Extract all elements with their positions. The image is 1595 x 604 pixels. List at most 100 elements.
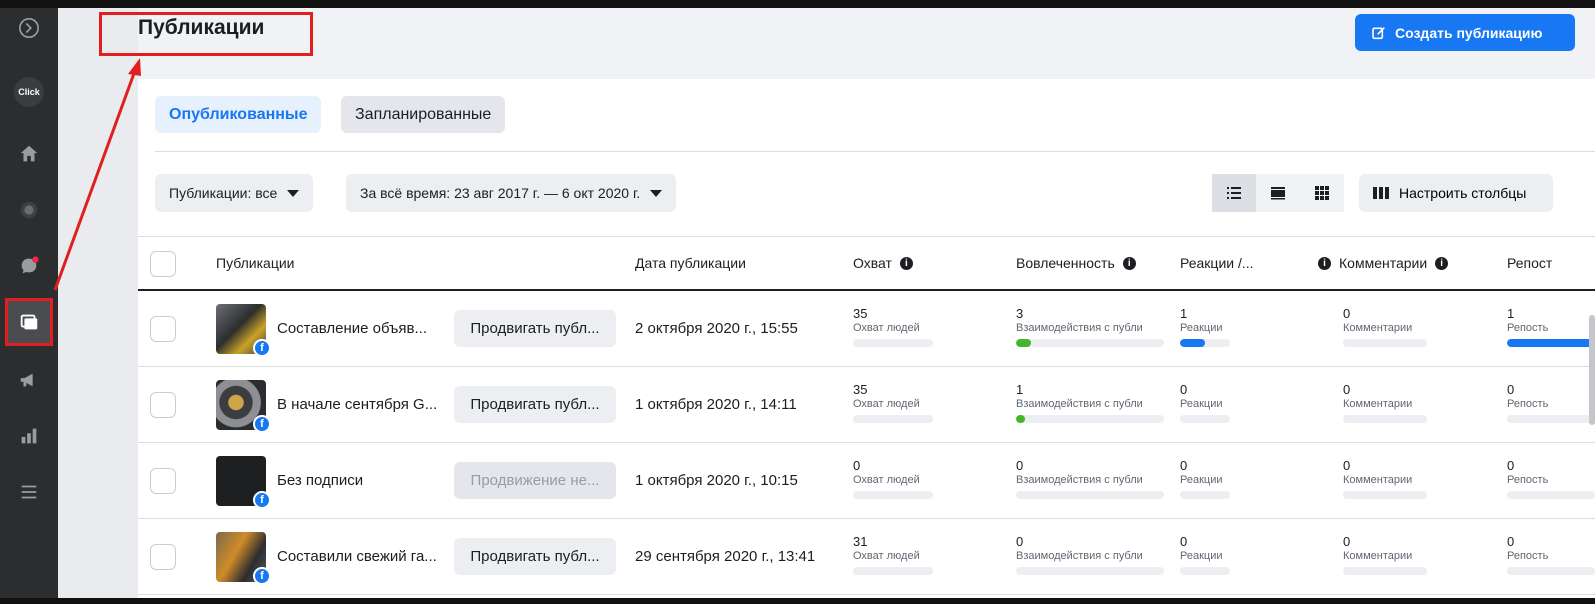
col-reactions-label: Реакции /... [1180,255,1254,271]
comments-metric: 0 Комментарии [1343,459,1427,499]
reactions-bar-fill [1180,339,1205,347]
col-reactions[interactable]: Реакции /... [1180,255,1254,271]
post-text[interactable]: Составление объяв... [277,320,427,337]
reach-value: 35 [853,382,868,397]
col-date-label: Дата публикации [635,255,746,271]
engagement-bar-fill [1016,415,1025,423]
columns-icon [1373,187,1389,199]
facebook-icon: f [253,491,271,509]
engagement-value: 0 [1016,458,1024,473]
messenger-icon[interactable] [9,190,49,230]
post-text[interactable]: В начале сентября G... [277,396,437,413]
megaphone-icon[interactable] [9,360,49,400]
info-icon[interactable]: i [1318,256,1331,270]
reactions-bar [1180,491,1230,499]
col-reach[interactable]: Охват i [853,255,913,271]
row-checkbox[interactable] [150,392,176,418]
promote-post-button[interactable]: Продвигать публ... [454,386,616,423]
facebook-icon: f [253,339,271,357]
date-range-dropdown[interactable]: За всё время: 23 авг 2017 г. — 6 окт 202… [346,174,677,212]
publish-date: 1 октября 2020 г., 10:15 [635,472,798,489]
select-all-checkbox[interactable] [150,251,176,277]
table-row[interactable]: f Составление объяв... Продвигать публ... 2… [138,291,1595,367]
publications-icon[interactable] [5,298,53,346]
table-scrollbar[interactable] [1589,315,1595,425]
reactions-value: 0 [1180,382,1188,397]
reactions-value: 0 [1180,534,1188,549]
comments-label: Комментарии [1343,474,1413,486]
comments-value: 0 [1343,534,1351,549]
reach-label: Охват людей [853,398,920,410]
comments-metric: 0 Комментарии [1343,535,1427,575]
shares-label: Репость [1507,322,1549,334]
reactions-label: Реакции [1180,398,1223,410]
posts-filter-dropdown[interactable]: Публикации: все [155,174,314,212]
shares-label: Репость [1507,474,1549,486]
chevron-down-icon [287,189,300,197]
grid-view-button[interactable] [1300,174,1344,212]
engagement-metric: 1 Взаимодействия с публи [1016,383,1164,423]
view-toggle-group [1212,174,1344,212]
engagement-bar [1016,491,1164,499]
col-date[interactable]: Дата публикации [635,255,746,271]
reach-bar [853,491,933,499]
table-row[interactable]: f Составили свежий га... Продвигать публ..… [138,519,1595,595]
tab-published[interactable]: Опубликованные [155,96,322,133]
insights-icon[interactable] [9,416,49,456]
shares-metric: 0 Репость [1507,459,1595,499]
col-post[interactable]: Публикации [216,255,294,271]
comments-value: 0 [1343,306,1351,321]
home-icon[interactable] [9,134,49,174]
shares-value: 0 [1507,458,1515,473]
shares-value: 1 [1507,306,1515,321]
create-post-button[interactable]: Создать публикацию [1355,14,1575,51]
row-checkbox[interactable] [150,316,176,342]
shares-metric: 0 Репость [1507,535,1595,575]
info-icon[interactable]: i [1122,256,1136,270]
col-engagement-label: Вовлеченность [1016,255,1115,271]
shares-bar [1507,567,1595,575]
reach-metric: 35 Охват людей [853,307,933,347]
shares-metric: 1 Репость [1507,307,1595,347]
reactions-bar [1180,339,1230,347]
reactions-label: Реакции [1180,474,1223,486]
customize-columns-label: Настроить столбцы [1399,185,1527,201]
customize-columns-button[interactable]: Настроить столбцы [1359,174,1553,212]
col-engagement[interactable]: Вовлеченность i [1016,255,1136,271]
tab-scheduled[interactable]: Запланированные [341,96,506,133]
app-frame: Click Публикации Создать публикацию Опуб… [0,8,1595,598]
info-icon[interactable]: i [899,256,913,270]
click-avatar-label: Click [14,77,44,107]
post-text[interactable]: Составили свежий га... [277,548,437,565]
engagement-bar [1016,339,1164,347]
reach-value: 0 [853,458,861,473]
facebook-icon: f [253,415,271,433]
reach-label: Охват людей [853,474,920,486]
logo-icon[interactable] [9,8,49,48]
click-avatar[interactable]: Click [9,72,49,112]
list-view-button[interactable] [1212,174,1256,212]
promote-post-button[interactable]: Продвигать публ... [454,538,616,575]
publish-date: 2 октября 2020 г., 15:55 [635,320,798,337]
card-view-button[interactable] [1256,174,1300,212]
reactions-bar [1180,567,1230,575]
table-row[interactable]: f Без подписи Продвижение не... 1 октября 2… [138,443,1595,519]
promote-post-button[interactable]: Продвижение не... [454,462,616,499]
row-checkbox[interactable] [150,468,176,494]
table-header: Публикации Дата публикации Охват i Вовлеч… [138,236,1595,291]
post-text[interactable]: Без подписи [277,472,363,489]
promote-post-button[interactable]: Продвигать публ... [454,310,616,347]
shares-bar-fill [1507,339,1595,347]
chat-icon[interactable] [9,246,49,286]
engagement-label: Взаимодействия с публи [1016,398,1143,410]
table-row[interactable]: f В начале сентября G... Продвигать публ..… [138,367,1595,443]
menu-icon[interactable] [9,472,49,512]
col-shares[interactable]: Репост [1507,255,1552,271]
engagement-value: 0 [1016,534,1024,549]
title-highlight-box [99,12,313,56]
col-comments[interactable]: i Комментарии i [1318,255,1449,271]
row-checkbox[interactable] [150,544,176,570]
engagement-label: Взаимодействия с публи [1016,322,1143,334]
info-icon[interactable]: i [1435,256,1449,270]
posts-card: Опубликованные Запланированные Публикаци… [138,79,1595,598]
